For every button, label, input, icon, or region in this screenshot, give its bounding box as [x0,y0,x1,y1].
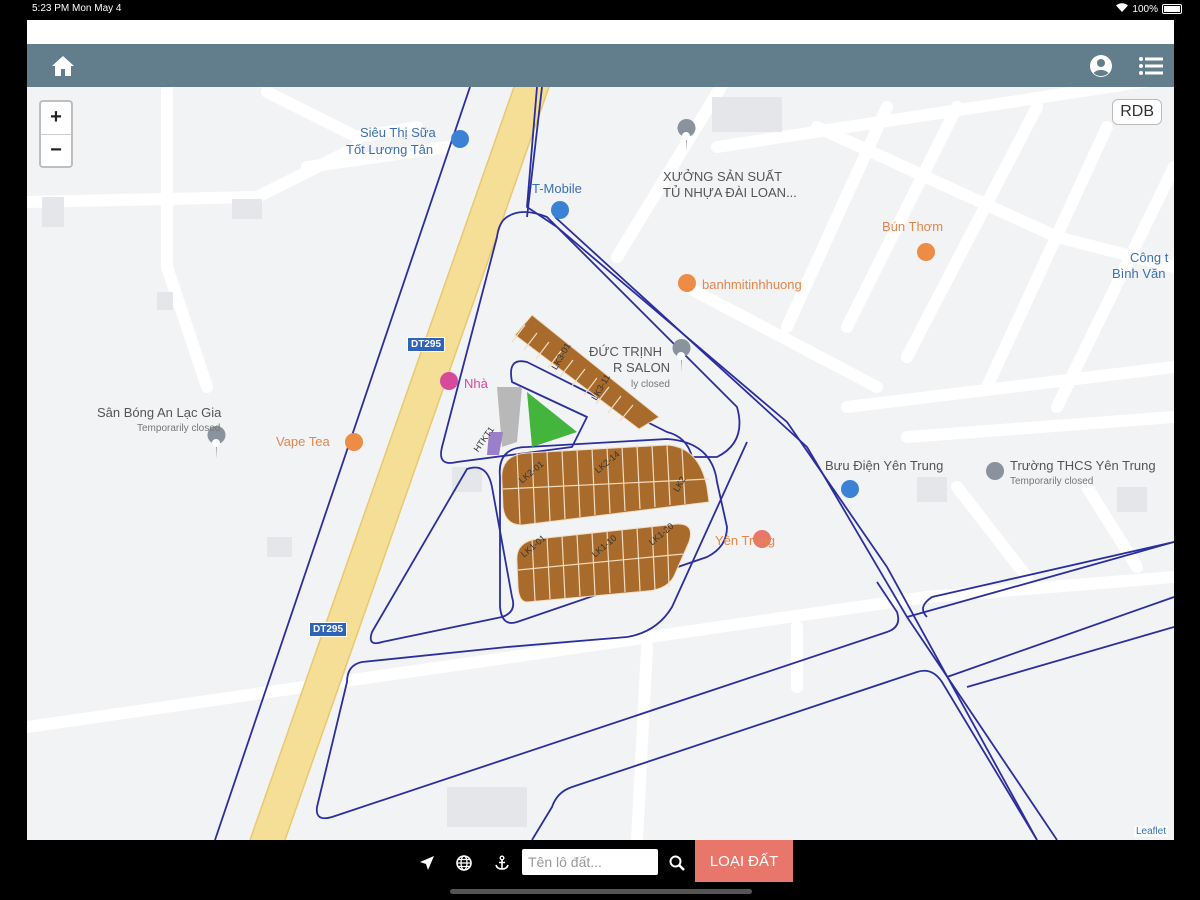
rdb-button[interactable]: RDB [1112,99,1162,125]
poi-label[interactable]: Yên Trung [715,533,775,548]
search-icon[interactable] [666,852,688,874]
zoom-control: + − [39,100,73,168]
poi-label[interactable]: Bún Thơm [882,219,943,234]
navigation-arrow-icon[interactable] [416,852,438,874]
poi-label[interactable]: Bưu Điện Yên Trung [825,458,943,473]
poi-label[interactable]: banhmitinhhuong [702,277,802,292]
top-strip [27,20,1174,44]
anchor-icon[interactable] [491,852,513,874]
poi-label[interactable]: Tốt Lương Tân [346,142,433,157]
poi-label[interactable]: Sân Bóng An Lạc Gia [97,405,221,420]
road-shield: DT295 [407,337,446,352]
zoom-out-button[interactable]: − [41,135,71,167]
lot-search-input[interactable] [522,849,658,875]
poi-status: Temporarily closed [137,423,221,434]
poi-status: ly closed [631,379,670,390]
poi-label[interactable]: Siêu Thị Sữa [360,125,436,140]
poi-label[interactable]: XƯỞNG SẢN SUẤT [663,169,782,184]
poi-label[interactable]: Nhà [464,376,488,391]
road-shield: DT295 [309,622,348,637]
status-battery: 100% [1116,3,1182,15]
wifi-icon [1116,3,1129,15]
battery-icon [1162,4,1182,14]
poi-label[interactable]: TỦ NHỰA ĐÀI LOAN... [663,185,797,200]
poi-label[interactable]: T-Mobile [532,181,582,196]
poi-label[interactable]: Công t [1130,250,1168,265]
list-menu-icon[interactable] [1137,52,1165,80]
loai-dat-button[interactable]: LOẠI ĐẤT [695,840,793,882]
poi-label[interactable]: Bình Văn [1112,266,1166,281]
battery-percent: 100% [1132,3,1158,15]
map-view[interactable]: + − RDB DT295 DT295 Siêu Thị Sữa Tốt Lươ… [27,87,1174,840]
poi-label[interactable]: Vape Tea [276,434,330,449]
poi-label[interactable]: R SALON [613,360,670,375]
app-screen: + − RDB DT295 DT295 Siêu Thị Sữa Tốt Lươ… [27,20,1174,840]
poi-status: Temporarily closed [1010,476,1094,487]
globe-icon[interactable] [453,852,475,874]
navbar [27,44,1174,87]
poi-label[interactable]: Trường THCS Yên Trung [1010,458,1156,473]
status-bar: 5:23 PM Mon May 4 100% [0,0,1200,20]
home-icon[interactable] [49,52,77,80]
account-circle-icon[interactable] [1087,52,1115,80]
status-time: 5:23 PM Mon May 4 [32,3,122,14]
poi-label[interactable]: ĐỨC TRỊNH [589,344,662,359]
attribution-link[interactable]: Leaflet [1133,826,1168,837]
home-indicator [450,889,752,894]
zoom-in-button[interactable]: + [41,102,71,135]
